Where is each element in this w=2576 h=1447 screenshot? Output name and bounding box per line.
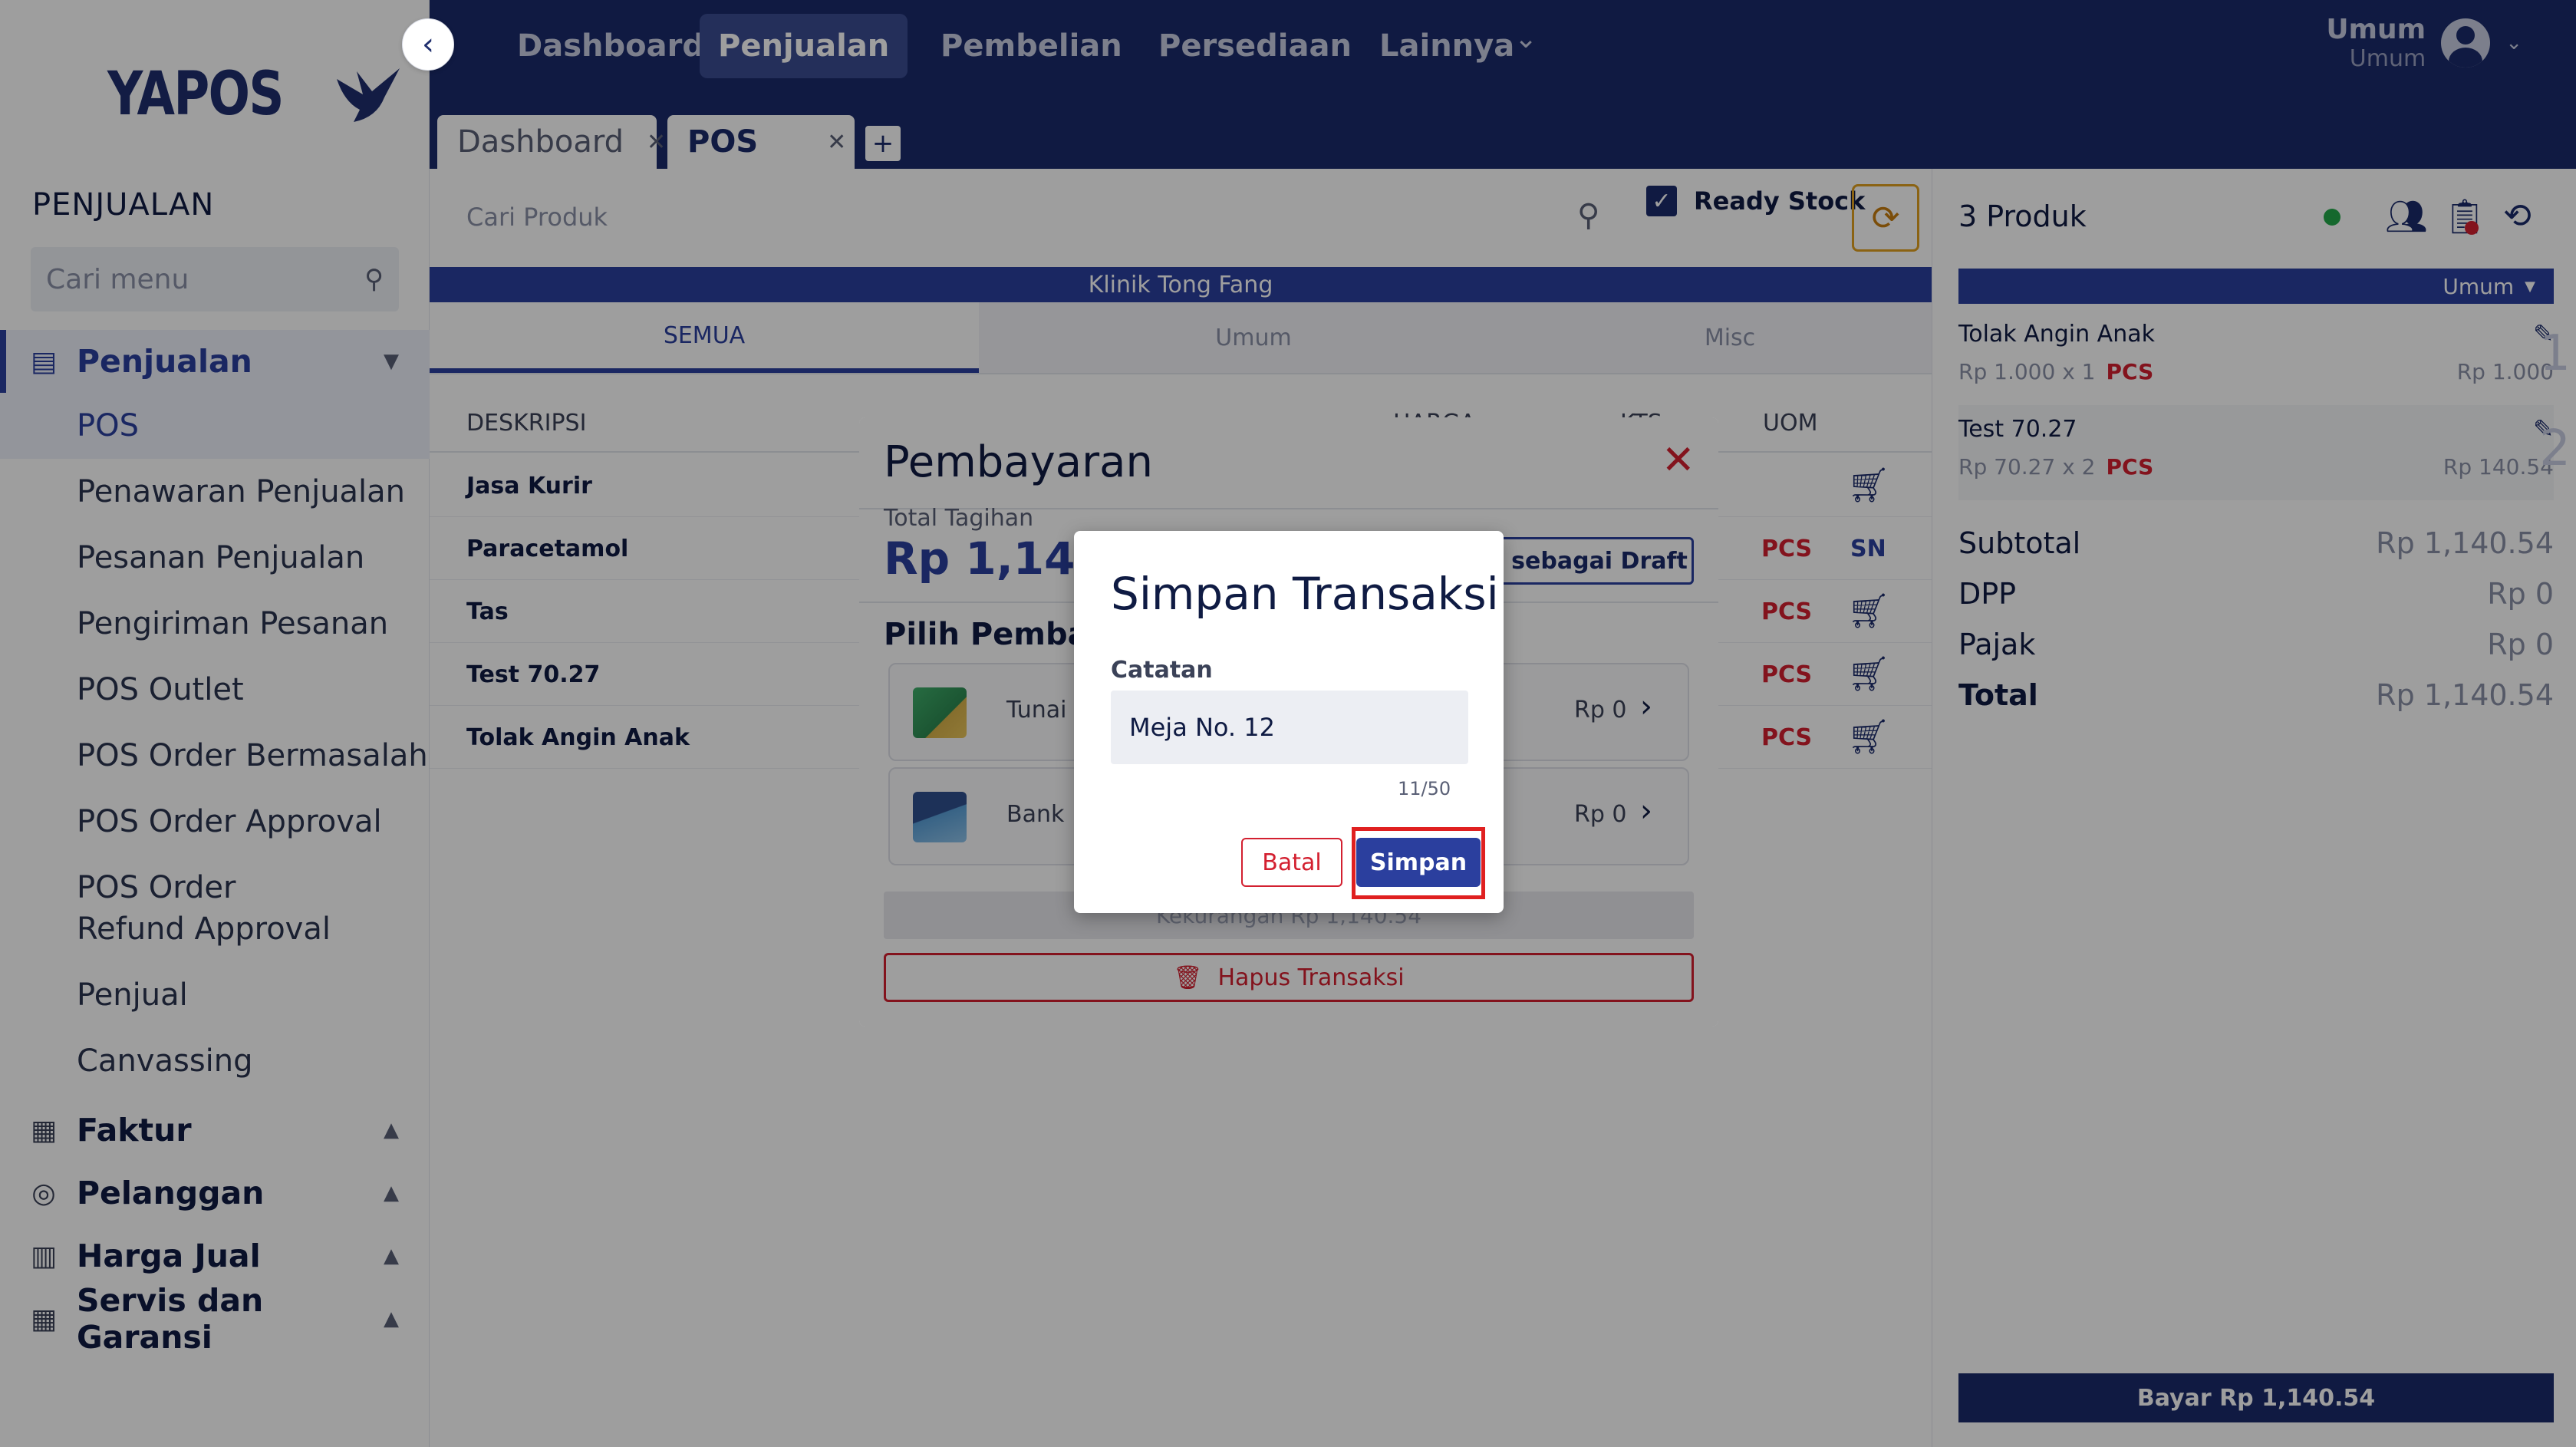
note-char-count: 11/50: [1398, 778, 1451, 799]
save-dialog-title: Simpan Transaksi: [1111, 568, 1499, 620]
save-button[interactable]: Simpan: [1356, 838, 1481, 887]
cancel-button[interactable]: Batal: [1241, 838, 1342, 887]
note-input[interactable]: [1111, 691, 1468, 764]
note-label: Catatan: [1111, 657, 1213, 684]
save-transaction-dialog: Simpan Transaksi Catatan 11/50 Batal Sim…: [1074, 531, 1504, 913]
sidebar-collapse-button[interactable]: ‹: [402, 18, 454, 71]
